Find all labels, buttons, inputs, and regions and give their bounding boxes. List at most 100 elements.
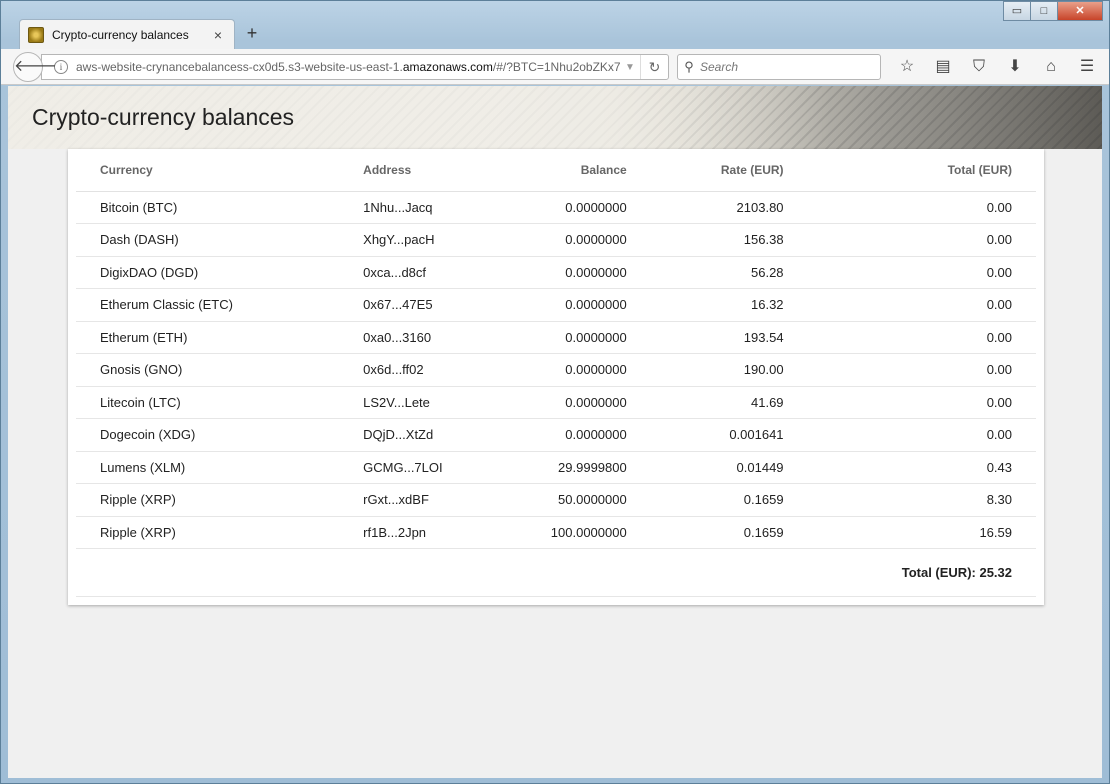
header-address: Address [339,149,498,192]
balance-cell: 29.9999800 [497,451,651,484]
currency-cell: Etherum (ETH) [76,321,340,354]
address-cell: 0xa0...3160 [339,321,498,354]
table-row: DigixDAO (DGD) 0xca...d8cf 0.0000000 56.28 0… [76,256,1036,289]
url-dropdown-icon[interactable]: ▼ [620,62,640,73]
total-cell: 0.00 [807,191,1036,224]
table-row: Ripple (XRP) rf1B...2Jpn 100.0000000 0.1659… [76,516,1036,549]
rate-cell: 0.001641 [650,418,808,452]
address-cell: 0x6d...ff02 [339,353,498,387]
tab-close-icon[interactable]: × [210,27,226,43]
close-window-button[interactable]: ✕ [1057,1,1103,21]
header-rate: Rate (EUR) [650,149,808,192]
total-row: Total (EUR): 25.32 [76,548,1036,597]
table-row: Bitcoin (BTC) 1Nhu...Jacq 0.0000000 2103.80… [76,191,1036,224]
navigation-bar: i aws-website-crynancebalancess-cx0d5.s3… [1,49,1109,85]
address-cell: 0xca...d8cf [339,256,498,289]
table-row: Dash (DASH) XhgY...pacH 0.0000000 156.38 0.0… [76,223,1036,257]
total-cell: 8.30 [807,483,1036,517]
table-row: Etherum Classic (ETC) 0x67...47E5 0.000000… [76,288,1036,322]
total-cell: 0.00 [807,353,1036,387]
table-row: Gnosis (GNO) 0x6d...ff02 0.0000000 190.00 0.… [76,353,1036,387]
currency-cell: Dogecoin (XDG) [76,418,340,452]
table-row: Ripple (XRP) rGxt...xdBF 50.0000000 0.1659 8… [76,483,1036,517]
bookmark-star-icon[interactable]: ☆ [889,53,925,81]
currency-cell: Lumens (XLM) [76,451,340,484]
currency-cell: Bitcoin (BTC) [76,191,340,224]
total-cell: 0.00 [807,256,1036,289]
window-controls: ▭ □ ✕ [1003,1,1103,21]
new-tab-button[interactable]: + [243,21,261,45]
balance-cell: 0.0000000 [497,223,651,257]
table-body: Bitcoin (BTC) 1Nhu...Jacq 0.0000000 2103.80… [76,191,1036,549]
reading-list-icon[interactable]: ▤ [925,53,961,81]
address-cell: rGxt...xdBF [339,483,498,517]
balance-cell: 100.0000000 [497,516,651,549]
page-content: Crypto-currency balances Currency Addres… [8,86,1102,778]
address-cell: 0x67...47E5 [339,288,498,322]
tab-title: Crypto-currency balances [52,27,189,42]
url-domain: amazonaws.com [402,60,493,74]
rate-cell: 56.28 [650,256,808,289]
balance-cell: 0.0000000 [497,353,651,387]
address-cell: LS2V...Lete [339,386,498,419]
table-row: Etherum (ETH) 0xa0...3160 0.0000000 193.54 0… [76,321,1036,354]
table-row: Dogecoin (XDG) DQjD...XtZd 0.0000000 0.0016… [76,418,1036,452]
currency-cell: Ripple (XRP) [76,516,340,549]
balance-cell: 0.0000000 [497,256,651,289]
total-cell: 0.00 [807,321,1036,354]
minimize-button[interactable]: ▭ [1003,1,1031,21]
balances-table: Currency Address Balance Rate (EUR) Tota… [76,149,1036,597]
rate-cell: 2103.80 [650,191,808,224]
balance-cell: 0.0000000 [497,288,651,322]
currency-cell: DigixDAO (DGD) [76,256,340,289]
header-balance: Balance [497,149,651,192]
balance-cell: 0.0000000 [497,191,651,224]
page-header: Crypto-currency balances [8,86,1102,149]
url-suffix: /#/?BTC=1Nhu2obZKx7 [492,60,620,74]
rate-cell: 16.32 [650,288,808,322]
header-total: Total (EUR) [807,149,1036,192]
total-cell: 0.00 [807,418,1036,452]
balance-cell: 0.0000000 [497,321,651,354]
total-cell: 16.59 [807,516,1036,549]
total-label: Total (EUR): 25.32 [76,548,1036,597]
address-cell: DQjD...XtZd [339,418,498,452]
rate-cell: 41.69 [650,386,808,419]
reload-icon[interactable]: ↻ [640,55,668,79]
balance-cell: 50.0000000 [497,483,651,517]
balance-cell: 0.0000000 [497,418,651,452]
pocket-icon[interactable]: ⛉ [961,53,997,81]
header-currency: Currency [76,149,340,192]
page-title: Crypto-currency balances [32,104,295,130]
table-row: Litecoin (LTC) LS2V...Lete 0.0000000 41.69 0… [76,386,1036,419]
address-cell: rf1B...2Jpn [339,516,498,549]
balance-cell: 0.0000000 [497,386,651,419]
rate-cell: 156.38 [650,223,808,257]
toolbar-icons: ☆ ▤ ⛉ ⬇ ⌂ ☰ [889,53,1105,81]
currency-cell: Gnosis (GNO) [76,353,340,387]
balances-card: Currency Address Balance Rate (EUR) Tota… [68,149,1044,605]
total-cell: 0.00 [807,288,1036,322]
browser-tab[interactable]: Crypto-currency balances × [19,19,235,49]
url-bar[interactable]: i aws-website-crynancebalancess-cx0d5.s3… [41,54,669,80]
title-bar: Crypto-currency balances × + ▭ □ ✕ [1,1,1109,49]
download-icon[interactable]: ⬇ [997,53,1033,81]
search-placeholder: Search [700,60,739,74]
maximize-button[interactable]: □ [1030,1,1058,21]
url-prefix: aws-website-crynancebalancess-cx0d5.s3-w… [76,60,403,74]
rate-cell: 193.54 [650,321,808,354]
address-cell: GCMG...7LOI [339,451,498,484]
table-row: Lumens (XLM) GCMG...7LOI 29.9999800 0.01449… [76,451,1036,484]
address-cell: XhgY...pacH [339,223,498,257]
home-icon[interactable]: ⌂ [1033,53,1069,81]
rate-cell: 0.1659 [650,516,808,549]
currency-cell: Etherum Classic (ETC) [76,288,340,322]
search-icon: ⚲ [684,59,694,74]
rate-cell: 0.01449 [650,451,808,484]
table-header-row: Currency Address Balance Rate (EUR) Tota… [76,149,1036,192]
menu-icon[interactable]: ☰ [1069,53,1105,81]
url-text[interactable]: aws-website-crynancebalancess-cx0d5.s3-w… [76,60,620,74]
total-cell: 0.00 [807,386,1036,419]
back-button[interactable]: 🡐 [13,52,57,82]
search-input[interactable]: ⚲ Search [677,54,881,80]
